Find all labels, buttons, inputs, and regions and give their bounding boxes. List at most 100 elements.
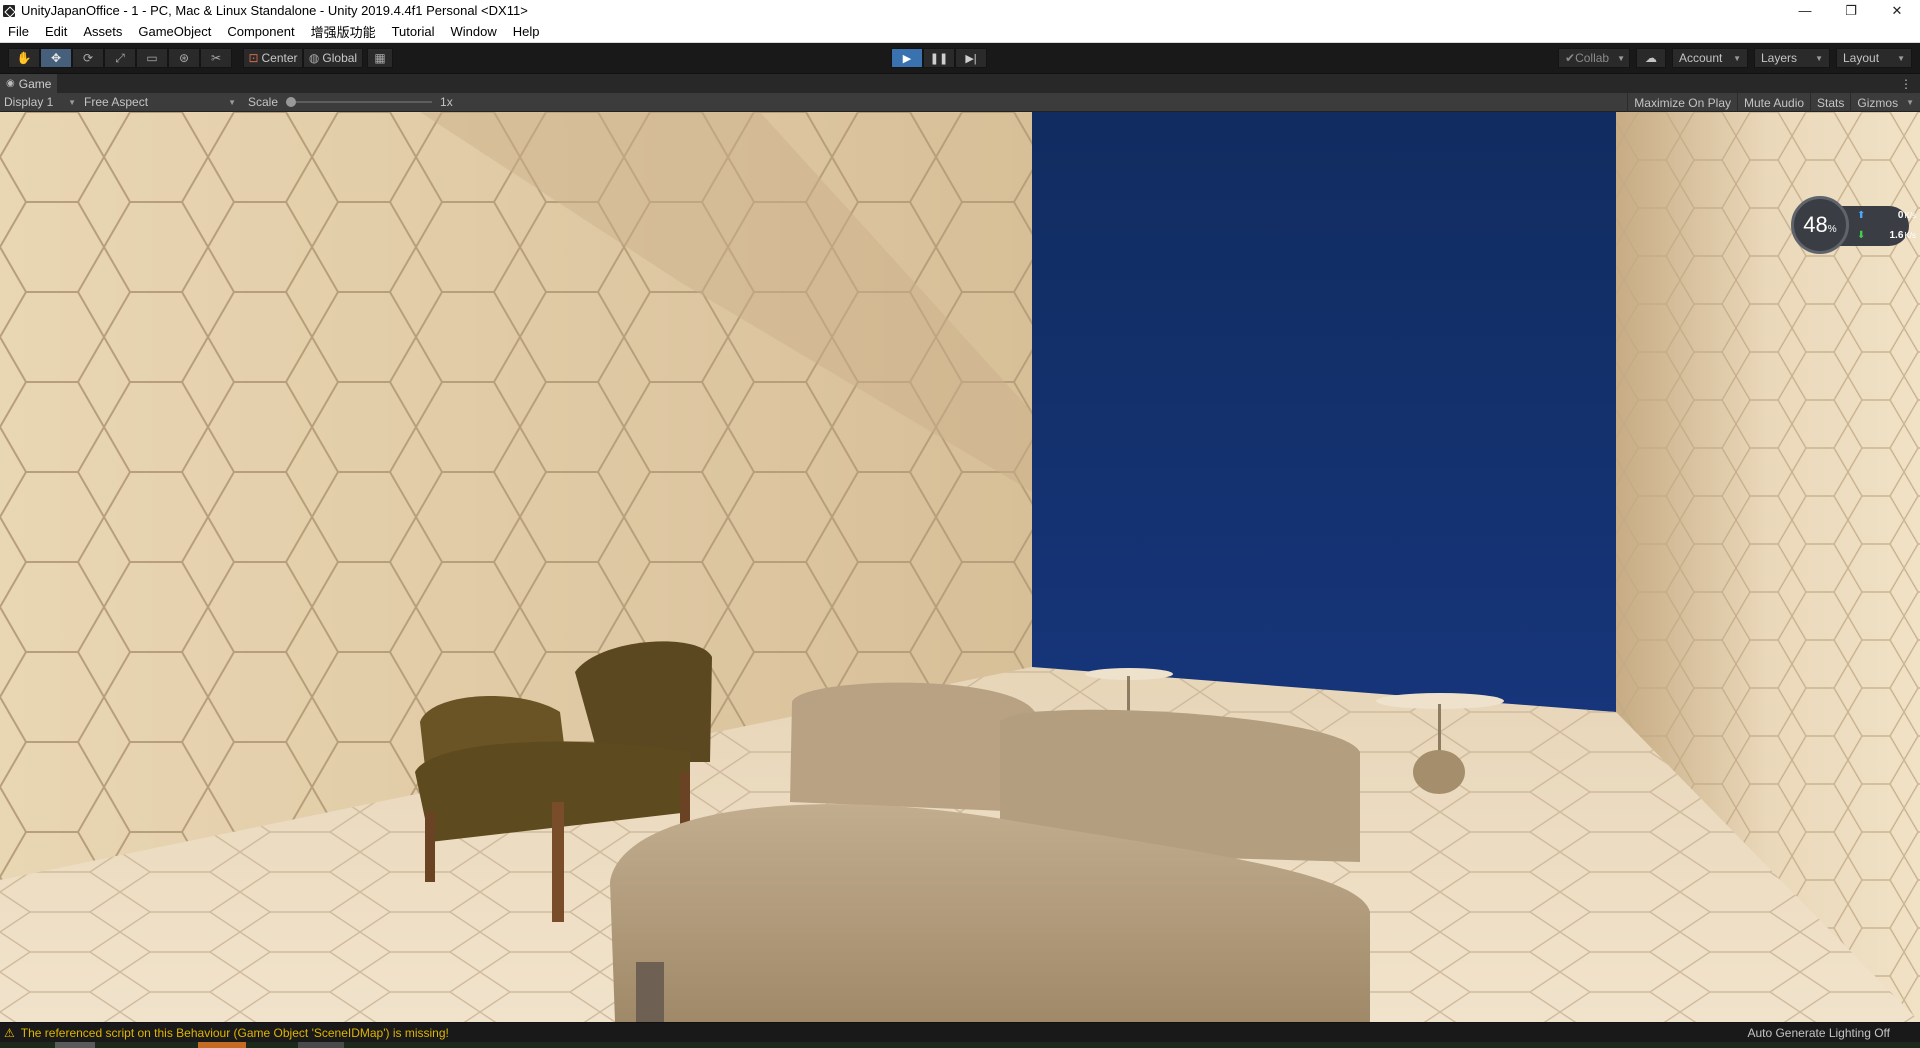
console-status-bar[interactable]: ⚠ The referenced script on this Behaviou… xyxy=(0,1022,1920,1042)
aspect-dropdown[interactable]: Free Aspect ▼ xyxy=(80,93,240,112)
layers-label: Layers xyxy=(1761,51,1798,65)
space-global-button[interactable]: ◍ Global xyxy=(303,48,363,68)
account-label: Account xyxy=(1679,51,1723,65)
custom-tool-button[interactable]: ✂ xyxy=(200,48,232,68)
tab-options-icon[interactable]: ⋮ xyxy=(1900,77,1912,91)
window-controls: — ❐ ✕ xyxy=(1782,0,1920,21)
layout-label: Layout xyxy=(1843,51,1880,65)
usage-percent: 48 xyxy=(1803,212,1828,237)
menu-window[interactable]: Window xyxy=(442,24,504,39)
hand-icon: ✋ xyxy=(16,51,32,65)
right-toolbar: ✔ Collab ▼ ☁ Account ▼ Layers ▼ Layout ▼ xyxy=(1558,48,1912,68)
game-view-toggles: Maximize On Play Mute Audio Stats Gizmos… xyxy=(1627,93,1920,112)
display-dropdown[interactable]: Display 1 ▼ xyxy=(0,93,80,112)
rect-tool-button[interactable]: ▭ xyxy=(136,48,168,68)
menu-edit[interactable]: Edit xyxy=(37,24,75,39)
mute-audio-toggle[interactable]: Mute Audio xyxy=(1737,93,1810,112)
scale-label: Scale xyxy=(248,95,279,109)
chevron-down-icon: ▼ xyxy=(68,97,76,107)
cloud-icon: ☁ xyxy=(1645,51,1657,65)
menu-tutorial[interactable]: Tutorial xyxy=(384,24,443,39)
scale-tool-button[interactable]: ⤢ xyxy=(104,48,136,68)
pivot-center-button[interactable]: ⊡ Center xyxy=(243,48,303,68)
upload-unit: K/s xyxy=(1904,211,1916,220)
step-icon: ▶| xyxy=(965,52,977,65)
upload-arrow-icon: ⬆ xyxy=(1857,210,1866,221)
upload-rate: ⬆ 0 K/s xyxy=(1857,210,1916,221)
download-arrow-icon: ⬇ xyxy=(1857,230,1866,241)
collab-dropdown[interactable]: ✔ Collab ▼ xyxy=(1558,48,1630,68)
rect-icon: ▭ xyxy=(146,51,158,65)
rotate-tool-button[interactable]: ⟳ xyxy=(72,48,104,68)
usage-percent-unit: % xyxy=(1827,223,1837,235)
chevron-down-icon: ▼ xyxy=(1906,98,1914,107)
taskbar-item[interactable] xyxy=(298,1042,344,1048)
slider-thumb[interactable] xyxy=(286,97,297,107)
taskbar-item[interactable] xyxy=(55,1042,95,1048)
layers-dropdown[interactable]: Layers ▼ xyxy=(1754,48,1830,68)
transform-tools: ✋ ✥ ⟳ ⤢ ▭ ⊛ ✂ xyxy=(8,48,232,68)
game-tab-bar: ◉ Game ⋮ xyxy=(0,73,1920,94)
warning-icon: ⚠ xyxy=(4,1025,15,1040)
maximize-on-play-toggle[interactable]: Maximize On Play xyxy=(1627,93,1737,112)
menu-gameobject[interactable]: GameObject xyxy=(130,24,219,39)
play-controls: ▶ ❚❚ ▶| xyxy=(891,48,987,68)
account-dropdown[interactable]: Account ▼ xyxy=(1672,48,1748,68)
scale-icon: ⤢ xyxy=(115,50,125,65)
move-tool-button[interactable]: ✥ xyxy=(40,48,72,68)
gizmos-dropdown[interactable]: Gizmos ▼ xyxy=(1850,93,1920,112)
grid-snap-button[interactable]: ▦ xyxy=(367,48,393,68)
pivot-label: Center xyxy=(261,51,298,65)
chevron-down-icon: ▼ xyxy=(1733,53,1741,63)
download-unit: K/s xyxy=(1904,231,1916,240)
game-viewport[interactable] xyxy=(0,112,1920,1022)
gizmos-label: Gizmos xyxy=(1857,95,1899,110)
menu-help[interactable]: Help xyxy=(505,24,548,39)
title-bar: UnityJapanOffice - 1 - PC, Mac & Linux S… xyxy=(0,0,1920,21)
pivot-tools: ⊡ Center ◍ Global ▦ xyxy=(243,48,393,68)
scale-value: 1x xyxy=(440,95,453,109)
menu-file[interactable]: File xyxy=(0,24,37,39)
network-monitor-widget: 48% ⬆ 0 K/s ⬇ 1.6 K/s xyxy=(1791,196,1916,256)
unity-logo-icon xyxy=(3,4,15,17)
grid-icon: ▦ xyxy=(374,51,386,65)
taskbar-item[interactable] xyxy=(198,1042,246,1048)
download-value: 1.6 xyxy=(1889,230,1904,241)
upload-value: 0 xyxy=(1897,210,1904,221)
transform-icon: ⊛ xyxy=(178,51,190,65)
move-icon: ✥ xyxy=(50,51,62,65)
hand-tool-button[interactable]: ✋ xyxy=(8,48,40,68)
gamepad-icon: ◉ xyxy=(6,78,15,89)
play-button[interactable]: ▶ xyxy=(891,48,923,68)
pause-button[interactable]: ❚❚ xyxy=(923,48,955,68)
close-button[interactable]: ✕ xyxy=(1874,0,1920,21)
play-icon: ▶ xyxy=(902,52,912,65)
chevron-down-icon: ▼ xyxy=(228,97,236,107)
rotate-icon: ⟳ xyxy=(82,51,94,65)
status-warning-message[interactable]: The referenced script on this Behaviour … xyxy=(21,1026,449,1040)
lighting-status: Auto Generate Lighting Off xyxy=(1747,1026,1890,1040)
scene-render xyxy=(0,112,1920,1022)
check-icon: ✔ xyxy=(1565,51,1576,65)
minimize-button[interactable]: — xyxy=(1782,0,1828,21)
main-toolbar: ✋ ✥ ⟳ ⤢ ▭ ⊛ ✂ ⊡ Center ◍ Global ▦ ▶ ❚❚ ▶| … xyxy=(0,43,1920,73)
pause-icon: ❚❚ xyxy=(929,52,949,65)
stats-toggle[interactable]: Stats xyxy=(1810,93,1850,112)
tab-game[interactable]: ◉ Game xyxy=(0,73,58,94)
os-taskbar-strip xyxy=(0,1042,1920,1048)
menu-enhanced-features[interactable]: 增强版功能 xyxy=(303,22,384,41)
layout-dropdown[interactable]: Layout ▼ xyxy=(1836,48,1912,68)
transform-tool-button[interactable]: ⊛ xyxy=(168,48,200,68)
game-view-controls: Display 1 ▼ Free Aspect ▼ Scale 1x Maxim… xyxy=(0,93,1920,112)
slider-track xyxy=(286,101,433,103)
scale-slider[interactable] xyxy=(286,96,433,108)
globe-icon: ◍ xyxy=(308,51,320,65)
step-button[interactable]: ▶| xyxy=(955,48,987,68)
menu-assets[interactable]: Assets xyxy=(75,24,130,39)
collab-label: Collab xyxy=(1575,51,1610,65)
menu-component[interactable]: Component xyxy=(219,24,302,39)
restore-button[interactable]: ❐ xyxy=(1828,0,1874,21)
cpu-usage-gauge: 48% xyxy=(1791,196,1849,254)
display-label: Display 1 xyxy=(4,95,54,109)
cloud-button[interactable]: ☁ xyxy=(1636,48,1666,68)
